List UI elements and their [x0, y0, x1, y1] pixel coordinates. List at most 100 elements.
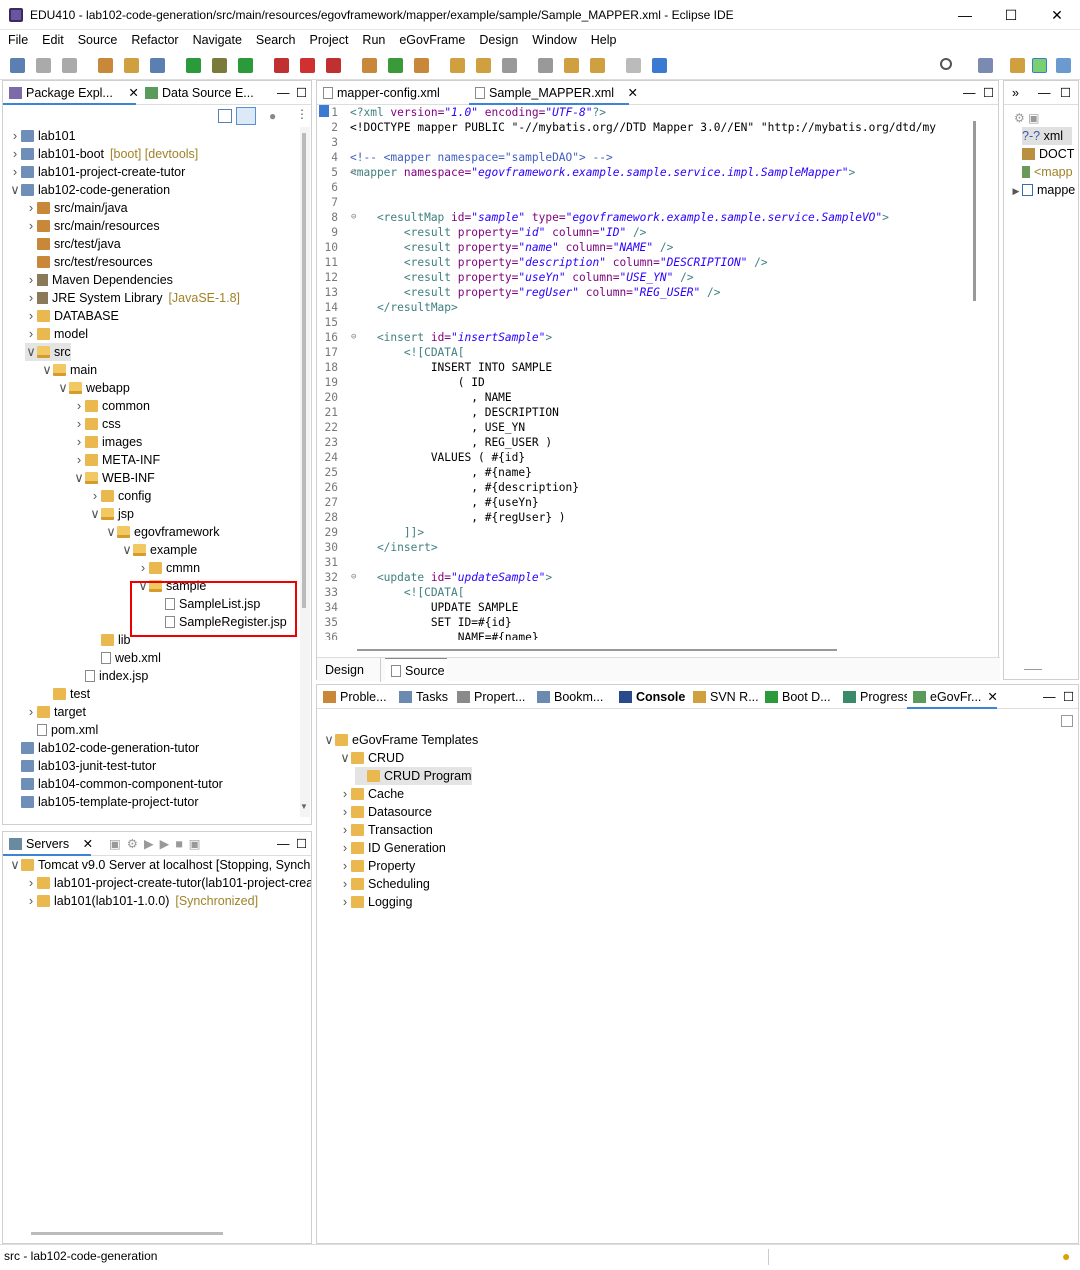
minimize-view-button[interactable]: —	[1037, 685, 1057, 709]
tree-item[interactable]: › lab101(lab101-1.0.0) [Synchronized]	[25, 892, 258, 910]
tree-item[interactable]: ∨ example	[121, 541, 197, 559]
tab-bootd[interactable]: Boot D...	[759, 685, 837, 709]
add-icon[interactable]	[1061, 715, 1073, 727]
tab-package-explorer[interactable]: Package Expl... ✕	[3, 81, 139, 105]
open-perspective-icon[interactable]	[978, 58, 993, 73]
tree-item[interactable]: ∨ webapp	[57, 379, 130, 397]
tree-item[interactable]: › ID Generation	[339, 839, 446, 857]
filter-icon[interactable]: ●	[269, 109, 283, 123]
toolbar-button-icon[interactable]	[124, 58, 139, 73]
menu-file[interactable]: File	[0, 30, 34, 47]
tab-design[interactable]: Design	[319, 658, 381, 682]
maximize-button[interactable]: ☐	[988, 4, 1034, 26]
tree-item[interactable]: › common	[73, 397, 150, 415]
chevron-right-icon[interactable]: ›	[25, 217, 37, 235]
maximize-view-button[interactable]: ☐	[290, 81, 310, 105]
menu-refactor[interactable]: Refactor	[123, 30, 184, 47]
tree-item[interactable]: › src/main/resources	[25, 217, 160, 235]
chevron-right-icon[interactable]: ›	[339, 857, 351, 875]
horizontal-scrollbar[interactable]	[31, 1232, 223, 1235]
chevron-right-icon[interactable]: ›	[73, 433, 85, 451]
tree-item[interactable]: ∨ src	[25, 343, 71, 361]
tree-item[interactable]: › lab101-project-create-tutor(lab101-proj…	[25, 874, 311, 892]
tree-item[interactable]: › JRE System Library [JavaSE-1.8]	[25, 289, 240, 307]
menu-help[interactable]: Help	[583, 30, 623, 47]
tab-data-source-explorer[interactable]: Data Source E...	[139, 81, 269, 105]
tip-icon[interactable]: ●	[1062, 1248, 1070, 1264]
scrollbar-thumb[interactable]	[302, 133, 306, 608]
toolbar-button-icon[interactable]	[300, 58, 315, 73]
tree-item[interactable]: › META-INF	[73, 451, 160, 469]
chevron-right-icon[interactable]: ›	[25, 199, 37, 217]
tree-item[interactable]: › src/main/java	[25, 199, 128, 217]
chevron-right-icon[interactable]: ›	[339, 821, 351, 839]
collapse-all-icon[interactable]	[218, 109, 232, 123]
fold-icon[interactable]: ⊖	[351, 210, 356, 225]
perspective-icon[interactable]	[1010, 58, 1025, 73]
tab-proble[interactable]: Proble...	[317, 685, 393, 709]
tree-item[interactable]: › DATABASE	[25, 307, 119, 325]
tree-item[interactable]: › lab101-boot [boot] [devtools]	[9, 145, 198, 163]
chevron-right-icon[interactable]: ›	[25, 703, 37, 721]
fold-icon[interactable]: ⊖	[351, 330, 356, 345]
link-with-editor-icon[interactable]	[236, 107, 256, 125]
explorer-scrollbar[interactable]: ▼	[300, 127, 310, 817]
tree-item[interactable]: › css	[73, 415, 121, 433]
chevron-down-icon[interactable]: ∨	[57, 379, 69, 397]
view-menu-icon[interactable]: ⋮	[296, 107, 308, 121]
tree-item[interactable]: › model	[25, 325, 88, 343]
close-icon[interactable]: ✕	[987, 690, 997, 704]
expand-arrow[interactable]: ▶	[1010, 182, 1022, 200]
tree-item[interactable]: pom.xml	[25, 721, 98, 739]
vertical-scrollbar-thumb[interactable]	[973, 121, 976, 301]
chevron-right-icon[interactable]: ›	[25, 892, 37, 910]
toolbar-button-icon[interactable]	[590, 58, 605, 73]
toolbar-button-icon[interactable]	[274, 58, 289, 73]
code-editor[interactable]: 1 <?xml version="1.0" encoding="UTF-8"?> 2…	[318, 105, 968, 640]
tree-item[interactable]: ∨ lab102-code-generation	[9, 181, 170, 199]
toolbar-button-icon[interactable]	[502, 58, 517, 73]
tab-propert[interactable]: Propert...	[451, 685, 531, 709]
scroll-down-arrow[interactable]: ▼	[300, 802, 308, 811]
menu-edit[interactable]: Edit	[34, 30, 70, 47]
chevron-down-icon[interactable]: ∨	[25, 343, 37, 361]
maximize-view-button[interactable]: ☐	[977, 81, 997, 105]
chevron-right-icon[interactable]: ›	[25, 325, 37, 343]
chevron-right-icon[interactable]: ›	[25, 289, 37, 307]
fold-icon[interactable]: ⊖	[351, 570, 356, 585]
tree-item[interactable]: › images	[73, 433, 142, 451]
tab-source[interactable]: Source	[385, 658, 447, 682]
tree-item[interactable]: › Scheduling	[339, 875, 430, 893]
tree-item[interactable]: index.jsp	[73, 667, 148, 685]
toolbar-button-icon[interactable]	[626, 58, 641, 73]
toolbar-button-icon[interactable]	[10, 58, 25, 73]
toolbar-button-icon[interactable]	[652, 58, 667, 73]
java-perspective-icon[interactable]	[1056, 58, 1071, 73]
tree-item[interactable]: › cmmn	[137, 559, 200, 577]
tree-item[interactable]: ∨ main	[41, 361, 97, 379]
horizontal-scrollbar-thumb[interactable]	[357, 649, 837, 651]
chevron-right-icon[interactable]: ›	[9, 145, 21, 163]
menu-search[interactable]: Search	[248, 30, 302, 47]
tree-item[interactable]: src/test/java	[25, 235, 121, 253]
menu-source[interactable]: Source	[70, 30, 124, 47]
tree-item[interactable]: ∨ egovframework	[105, 523, 219, 541]
tab-mapper-config[interactable]: mapper-config.xml	[317, 81, 467, 105]
chevron-right-icon[interactable]: ›	[9, 163, 21, 181]
toolbar-button-icon[interactable]	[564, 58, 579, 73]
toolbar-button-icon[interactable]	[326, 58, 341, 73]
chevron-down-icon[interactable]: ∨	[89, 505, 101, 523]
egovframe-perspective-icon[interactable]	[1032, 58, 1047, 73]
server-actions-toolbar[interactable]: ▣⚙▶▶■▣	[103, 832, 263, 856]
chevron-right-icon[interactable]: ›	[25, 271, 37, 289]
minimize-view-button[interactable]: —	[271, 832, 291, 856]
tab-servers[interactable]: Servers ✕	[3, 832, 93, 856]
toolbar-button-icon[interactable]	[186, 58, 201, 73]
toolbar-button-icon[interactable]	[98, 58, 113, 73]
tree-item[interactable]: lib	[89, 631, 131, 649]
chevron-right-icon[interactable]: ›	[89, 487, 101, 505]
toolbar-button-icon[interactable]	[212, 58, 227, 73]
tree-item[interactable]: test	[41, 685, 90, 703]
tab-bookm[interactable]: Bookm...	[531, 685, 613, 709]
tree-item[interactable]: › Logging	[339, 893, 413, 911]
